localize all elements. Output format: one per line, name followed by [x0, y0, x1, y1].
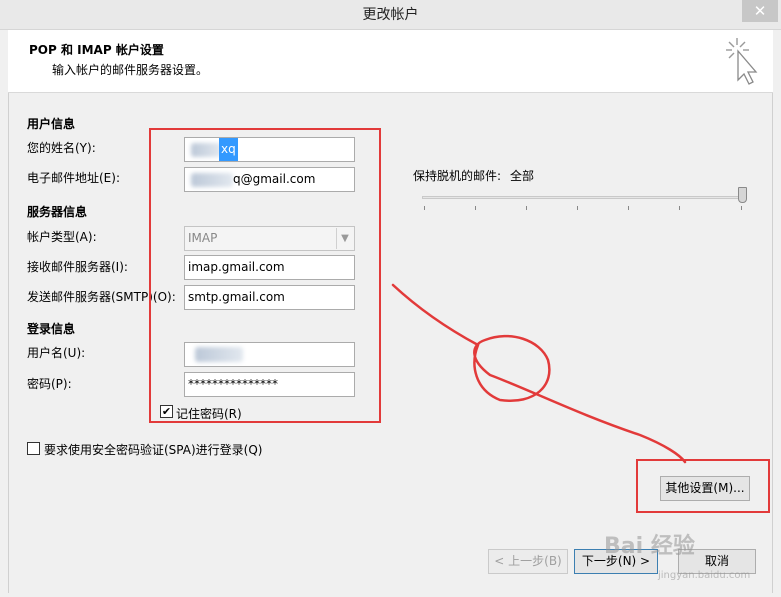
baidu-watermark-url: jingyan.baidu.com	[658, 570, 751, 581]
baidu-watermark: Bai 经验	[604, 534, 695, 559]
annotation-arrow-curve	[391, 283, 687, 464]
